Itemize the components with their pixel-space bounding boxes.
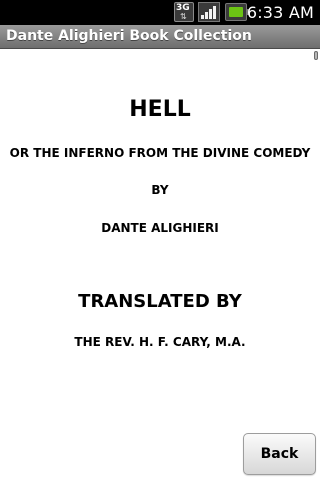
back-button[interactable]: Back xyxy=(243,433,316,475)
book-subtitle: OR THE INFERNO FROM THE DIVINE COMEDY xyxy=(9,146,311,160)
signal-strength-icon xyxy=(198,2,220,22)
data-activity-arrows-icon: ⇅ xyxy=(180,12,187,21)
translator-name: THE REV. H. F. CARY, M.A. xyxy=(74,335,246,349)
3g-data-icon: 3G ⇅ xyxy=(174,2,194,22)
book-title: HELL xyxy=(129,97,191,122)
translated-by-heading: TRANSLATED BY xyxy=(78,291,242,312)
status-bar: 3G ⇅ 6:33 AM xyxy=(0,0,320,25)
scroll-indicator[interactable] xyxy=(314,51,318,60)
battery-level xyxy=(229,7,243,17)
app-title: Dante Alighieri Book Collection xyxy=(6,28,252,44)
status-time: 6:33 AM xyxy=(246,3,314,22)
author-name: DANTE ALIGHIERI xyxy=(101,221,219,235)
app-title-bar: Dante Alighieri Book Collection xyxy=(0,25,320,49)
by-label: BY xyxy=(151,183,169,197)
battery-icon xyxy=(225,3,250,21)
